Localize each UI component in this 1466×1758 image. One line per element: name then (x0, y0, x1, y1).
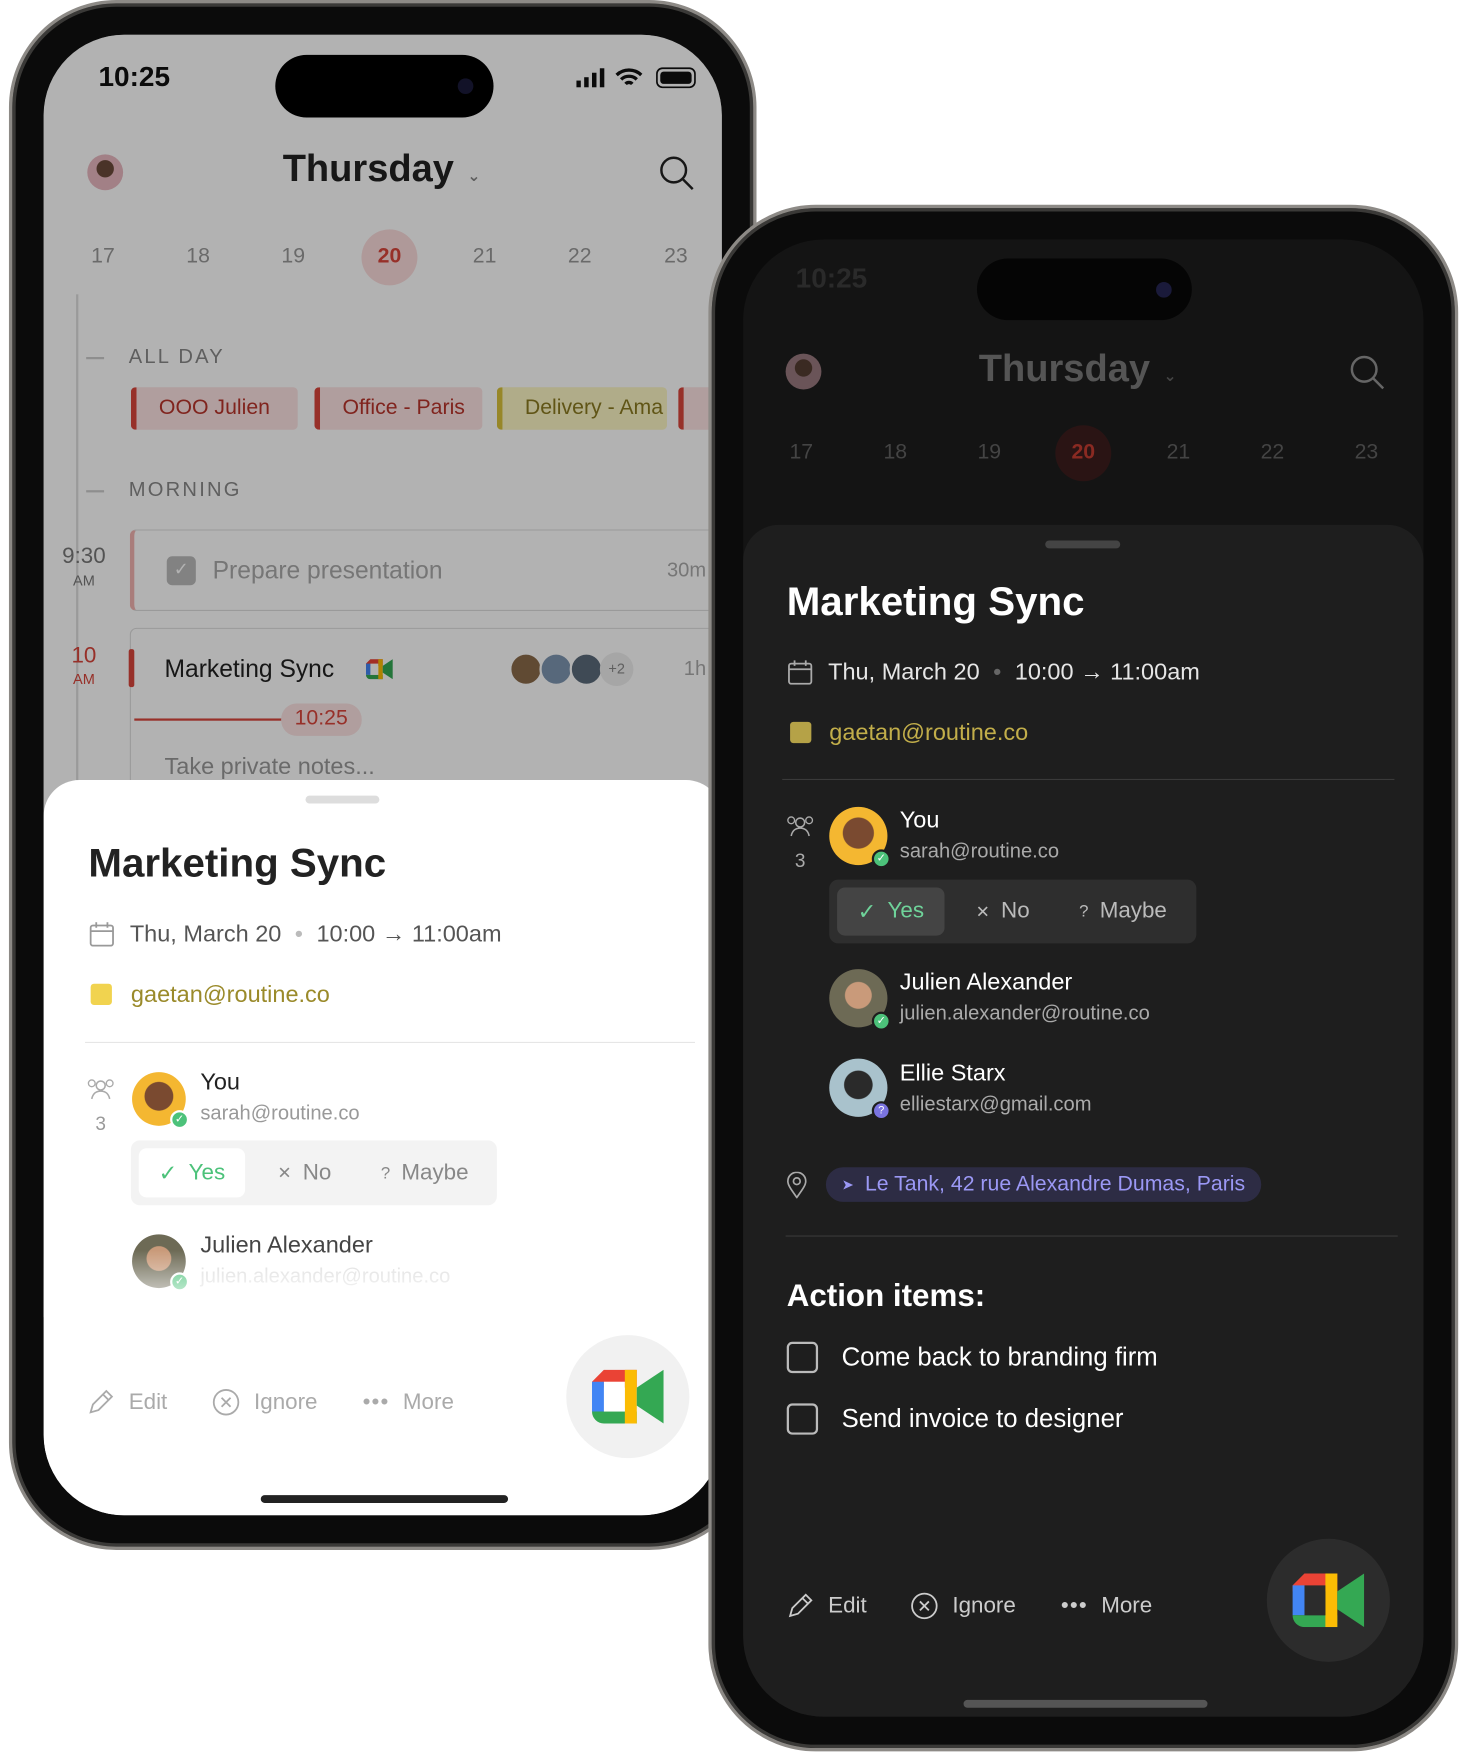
attendee-name: You (899, 807, 940, 834)
search-icon[interactable] (1350, 355, 1386, 391)
day-title-dropdown[interactable]: Thursday ⌄ (979, 346, 1177, 392)
event-title: Marketing Sync (786, 577, 1085, 624)
chevron-down-icon: ⌄ (1163, 366, 1177, 385)
event-title: Marketing Sync (88, 839, 387, 886)
day-title: Thursday (978, 347, 1151, 391)
calendar-color-swatch (90, 983, 112, 1005)
day-18[interactable]: 18 (883, 440, 907, 466)
navigation-arrow-icon: ➤ (841, 1175, 854, 1193)
attendee-name: Ellie Starx (899, 1060, 1006, 1086)
screen-light: 10:25 Thursday ⌄ 17 18 19 20 21 22 23 ALL… (43, 34, 722, 1516)
action-item-label: Send invoice to designer (841, 1403, 1124, 1433)
divider (785, 1235, 1398, 1237)
calendar-icon (788, 660, 813, 685)
circle-x-icon (911, 1592, 938, 1620)
rsvp-no-button[interactable]: ✕ No (254, 1148, 355, 1197)
event-detail-sheet: Marketing Sync Thu, March 20 • 10:00 → 11:… (43, 780, 722, 1516)
location-link[interactable]: ➤ Le Tank, 42 rue Alexandre Dumas, Paris (825, 1167, 1261, 1202)
day-20[interactable]: 20 (1071, 440, 1095, 466)
event-detail-sheet: Marketing Sync Thu, March 20 • 10:00 → 11:… (743, 524, 1424, 1717)
action-item-checkbox[interactable] (786, 1403, 819, 1435)
attendee-name: You (200, 1069, 240, 1095)
rsvp-segmented-control: ✓ Yes ✕ No ? Maybe (829, 879, 1197, 944)
ignore-button[interactable]: Ignore (910, 1588, 1016, 1624)
day-22[interactable]: 22 (1261, 440, 1285, 466)
more-dots-icon: ••• (362, 1389, 390, 1414)
phone-light: 10:25 Thursday ⌄ 17 18 19 20 21 22 23 ALL… (8, 0, 757, 1550)
screen-dark: 10:25 Thursday ⌄ 17 18 19 20 21 22 23 Mar… (743, 239, 1424, 1717)
rsvp-maybe-button[interactable]: ? Maybe (360, 1148, 489, 1197)
google-meet-icon (592, 1369, 664, 1424)
more-dots-icon: ••• (1060, 1593, 1088, 1618)
divider (782, 778, 1395, 781)
day-19[interactable]: 19 (977, 440, 1001, 466)
home-indicator (963, 1699, 1208, 1708)
action-item-checkbox[interactable] (786, 1341, 819, 1374)
join-google-meet-button[interactable] (566, 1335, 690, 1459)
dynamic-island (976, 258, 1192, 321)
rsvp-no-button[interactable]: ✕ No (952, 887, 1053, 935)
avatar: ✓ (829, 806, 891, 869)
avatar: ✓ (829, 969, 891, 1031)
event-date: Thu, March 20 • 10:00 → 11:00am (129, 921, 502, 948)
avatar: ? (829, 1058, 891, 1121)
pencil-icon (788, 1593, 813, 1618)
google-meet-icon (1292, 1573, 1365, 1628)
edit-button[interactable]: Edit (786, 1588, 867, 1624)
attendee-email: sarah@routine.co (899, 839, 1060, 862)
divider (85, 1041, 695, 1044)
day-21[interactable]: 21 (1167, 440, 1191, 466)
day-23[interactable]: 23 (1355, 440, 1379, 466)
rsvp-yes-button[interactable]: ✓ Yes (138, 1148, 246, 1198)
profile-avatar[interactable] (785, 353, 822, 390)
more-button[interactable]: ••• More (363, 1384, 454, 1420)
calendar-account[interactable]: gaetan@routine.co (829, 719, 1028, 747)
calendar-icon (89, 922, 114, 947)
action-item-label: Come back to branding firm (841, 1342, 1158, 1372)
attendees-icon (787, 816, 814, 837)
attendee-email: sarah@routine.co (200, 1101, 360, 1124)
ignore-button[interactable]: Ignore (212, 1384, 318, 1420)
join-google-meet-button[interactable] (1266, 1538, 1390, 1662)
attendee-name: Julien Alexander (899, 969, 1073, 996)
rsvp-segmented-control: ✓ Yes ✕ No ? Maybe (130, 1140, 497, 1206)
sheet-handle[interactable] (1045, 540, 1121, 549)
rsvp-maybe-button[interactable]: ? Maybe (1059, 887, 1188, 935)
location-pin-icon (787, 1171, 807, 1199)
x-icon: ✕ (975, 902, 990, 922)
attendee-count: 3 (794, 850, 806, 872)
edit-button[interactable]: Edit (86, 1384, 167, 1420)
more-button[interactable]: ••• More (1061, 1588, 1152, 1624)
calendar-account[interactable]: gaetan@routine.co (131, 981, 330, 1009)
day-17[interactable]: 17 (789, 440, 813, 466)
check-icon: ✓ (857, 899, 877, 925)
attendee-email: elliestarx@gmail.com (899, 1092, 1092, 1115)
rsvp-yes-button[interactable]: ✓ Yes (837, 887, 945, 936)
event-date: Thu, March 20 • 10:00 → 11:00am (828, 659, 1200, 686)
sheet-handle[interactable] (305, 795, 380, 804)
attendee-email: julien.alexander@routine.co (899, 1001, 1150, 1025)
avatar: ✓ (132, 1072, 190, 1130)
question-icon: ? (1079, 901, 1089, 922)
question-icon: ? (380, 1163, 391, 1183)
home-indicator (260, 1495, 509, 1503)
fade (43, 1250, 722, 1318)
status-time: 10:25 (795, 262, 868, 295)
phone-dark: 10:25 Thursday ⌄ 17 18 19 20 21 22 23 Mar… (708, 204, 1459, 1752)
pencil-icon (89, 1389, 114, 1414)
calendar-color-swatch (790, 721, 812, 744)
check-icon: ✓ (158, 1161, 178, 1186)
x-icon: ✕ (277, 1163, 292, 1183)
attendees-icon (87, 1079, 114, 1100)
circle-x-icon (212, 1389, 240, 1416)
attendee-count: 3 (95, 1113, 107, 1135)
action-items-title: Action items: (786, 1278, 986, 1313)
